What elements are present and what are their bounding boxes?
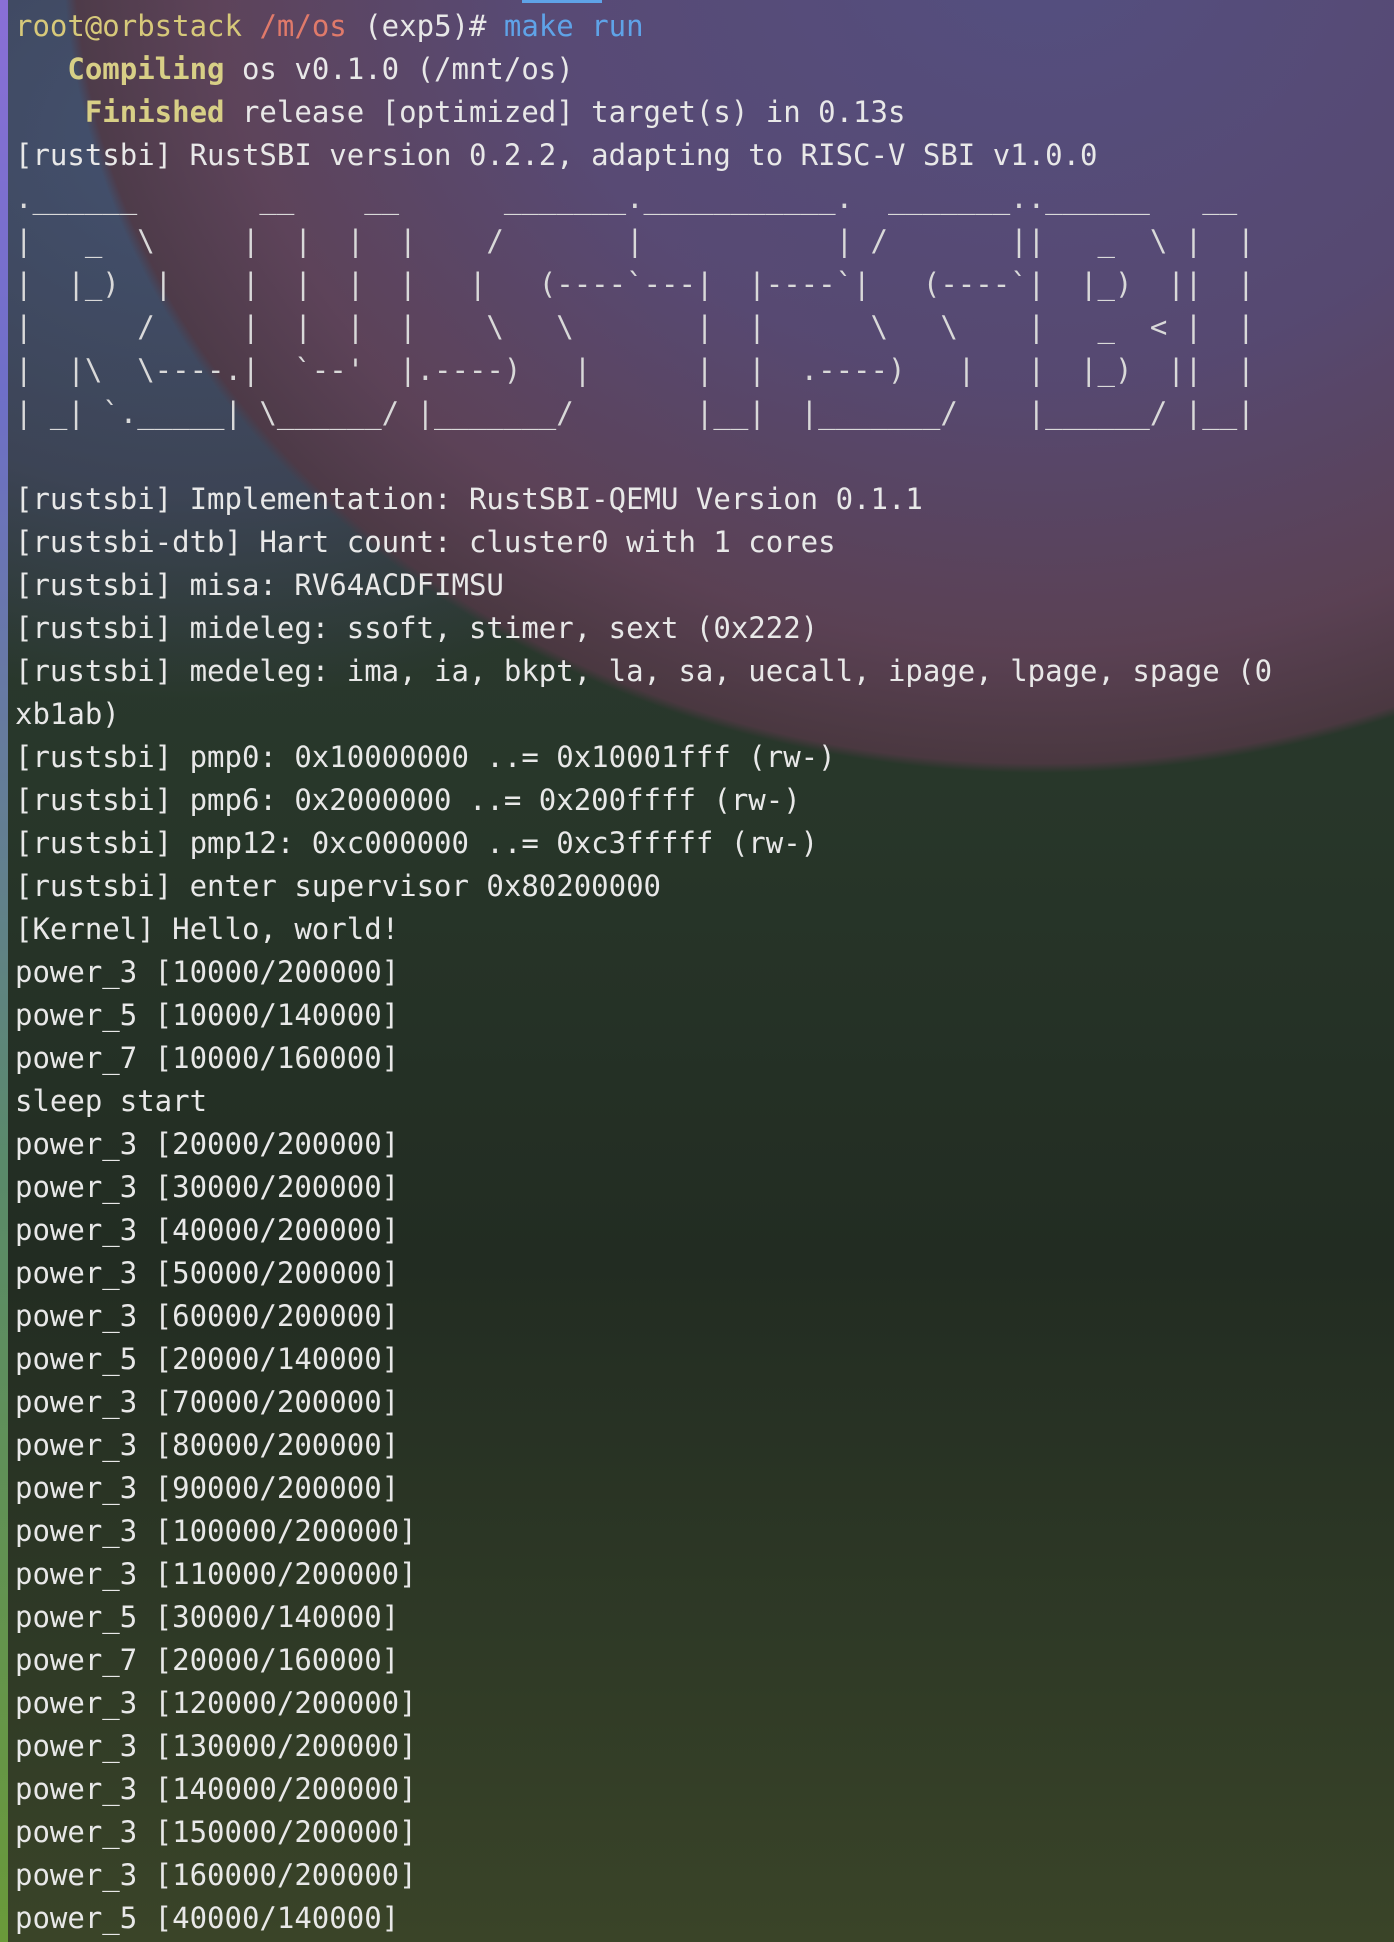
log-line: power_3 [20000/200000] xyxy=(15,1127,400,1161)
log-output: [rustsbi] Implementation: RustSBI-QEMU V… xyxy=(15,478,1394,1940)
prompt-branch: (exp5)# xyxy=(346,9,504,43)
log-line: power_3 [150000/200000] xyxy=(15,1815,417,1849)
log-line: [rustsbi] medeleg: ima, ia, bkpt, la, sa… xyxy=(15,654,1273,688)
rustsbi-version-line: [rustsbi] RustSBI version 0.2.2, adaptin… xyxy=(15,138,1098,172)
build-finished-text: release [optimized] target(s) in 0.13s xyxy=(224,95,906,129)
log-line: power_3 [90000/200000] xyxy=(15,1471,400,1505)
ascii-art-line: | _ \ | | | | / | | / || _ \ | | xyxy=(15,224,1255,258)
log-line: power_3 [70000/200000] xyxy=(15,1385,400,1419)
ascii-art-line: | _| `._____| \______/ |_______/ |__| |_… xyxy=(15,396,1255,430)
terminal-output[interactable]: root@orbstack /m/os (exp5)# make run Com… xyxy=(15,5,1394,1940)
shell-prompt-line: root@orbstack /m/os (exp5)# make run xyxy=(15,5,1394,48)
log-line: [rustsbi] pmp0: 0x10000000 ..= 0x10001ff… xyxy=(15,740,836,774)
log-line: power_5 [10000/140000] xyxy=(15,998,400,1032)
log-line: power_3 [80000/200000] xyxy=(15,1428,400,1462)
log-line: power_5 [40000/140000] xyxy=(15,1901,400,1935)
log-line: power_5 [20000/140000] xyxy=(15,1342,400,1376)
log-line: power_3 [120000/200000] xyxy=(15,1686,417,1720)
build-status-finished: Finished xyxy=(15,95,225,129)
log-line: sleep start xyxy=(15,1084,208,1118)
log-line: power_3 [10000/200000] xyxy=(15,955,400,989)
log-line: power_3 [110000/200000] xyxy=(15,1557,417,1591)
log-line: power_3 [30000/200000] xyxy=(15,1170,400,1204)
log-line: xb1ab) xyxy=(15,697,120,731)
log-line: power_7 [20000/160000] xyxy=(15,1643,400,1677)
log-line: power_3 [160000/200000] xyxy=(15,1858,417,1892)
log-line: power_3 [130000/200000] xyxy=(15,1729,417,1763)
log-line: [rustsbi-dtb] Hart count: cluster0 with … xyxy=(15,525,836,559)
log-line: [rustsbi] pmp6: 0x2000000 ..= 0x200ffff … xyxy=(15,783,801,817)
log-line: power_3 [100000/200000] xyxy=(15,1514,417,1548)
command-target: run xyxy=(573,9,644,43)
log-line: power_5 [30000/140000] xyxy=(15,1600,400,1634)
build-compiling-line: Compiling os v0.1.0 (/mnt/os) xyxy=(15,48,1394,91)
ascii-art-line: | |_) | | | | | | (----`---| |----`| (--… xyxy=(15,267,1255,301)
build-finished-line: Finished release [optimized] target(s) i… xyxy=(15,91,1394,134)
rustsbi-ascii-banner: .______ __ __ _______.___________. _____… xyxy=(15,177,1394,435)
log-line: [rustsbi] enter supervisor 0x80200000 xyxy=(15,869,662,903)
log-line: power_3 [140000/200000] xyxy=(15,1772,417,1806)
build-status-compiling: Compiling xyxy=(15,52,225,86)
log-line: [rustsbi] pmp12: 0xc000000 ..= 0xc3fffff… xyxy=(15,826,819,860)
log-line: [rustsbi] Implementation: RustSBI-QEMU V… xyxy=(15,482,923,516)
log-line: [Kernel] Hello, world! xyxy=(15,912,400,946)
ascii-art-line: | / | | | | \ \ | | \ \ | _ < | | xyxy=(15,310,1255,344)
ascii-art-line: .______ __ __ _______.___________. _____… xyxy=(15,181,1238,215)
log-line: [rustsbi] mideleg: ssoft, stimer, sext (… xyxy=(15,611,819,645)
command-make: make xyxy=(503,9,574,43)
log-line: power_7 [10000/160000] xyxy=(15,1041,400,1075)
ascii-art-line: | |\ \----.| `--' |.----) | | | .----) |… xyxy=(15,353,1255,387)
log-line: power_3 [40000/200000] xyxy=(15,1213,400,1247)
prompt-path: /m/os xyxy=(259,9,347,43)
prompt-user-host: root@orbstack xyxy=(15,9,242,43)
log-line: [rustsbi] misa: RV64ACDFIMSU xyxy=(15,568,504,602)
build-compiling-text: os v0.1.0 (/mnt/os) xyxy=(224,52,574,86)
log-line: power_3 [50000/200000] xyxy=(15,1256,400,1290)
log-line: power_3 [60000/200000] xyxy=(15,1299,400,1333)
scrolled-link-underline xyxy=(522,0,602,3)
window-accent-bar xyxy=(0,0,8,1942)
